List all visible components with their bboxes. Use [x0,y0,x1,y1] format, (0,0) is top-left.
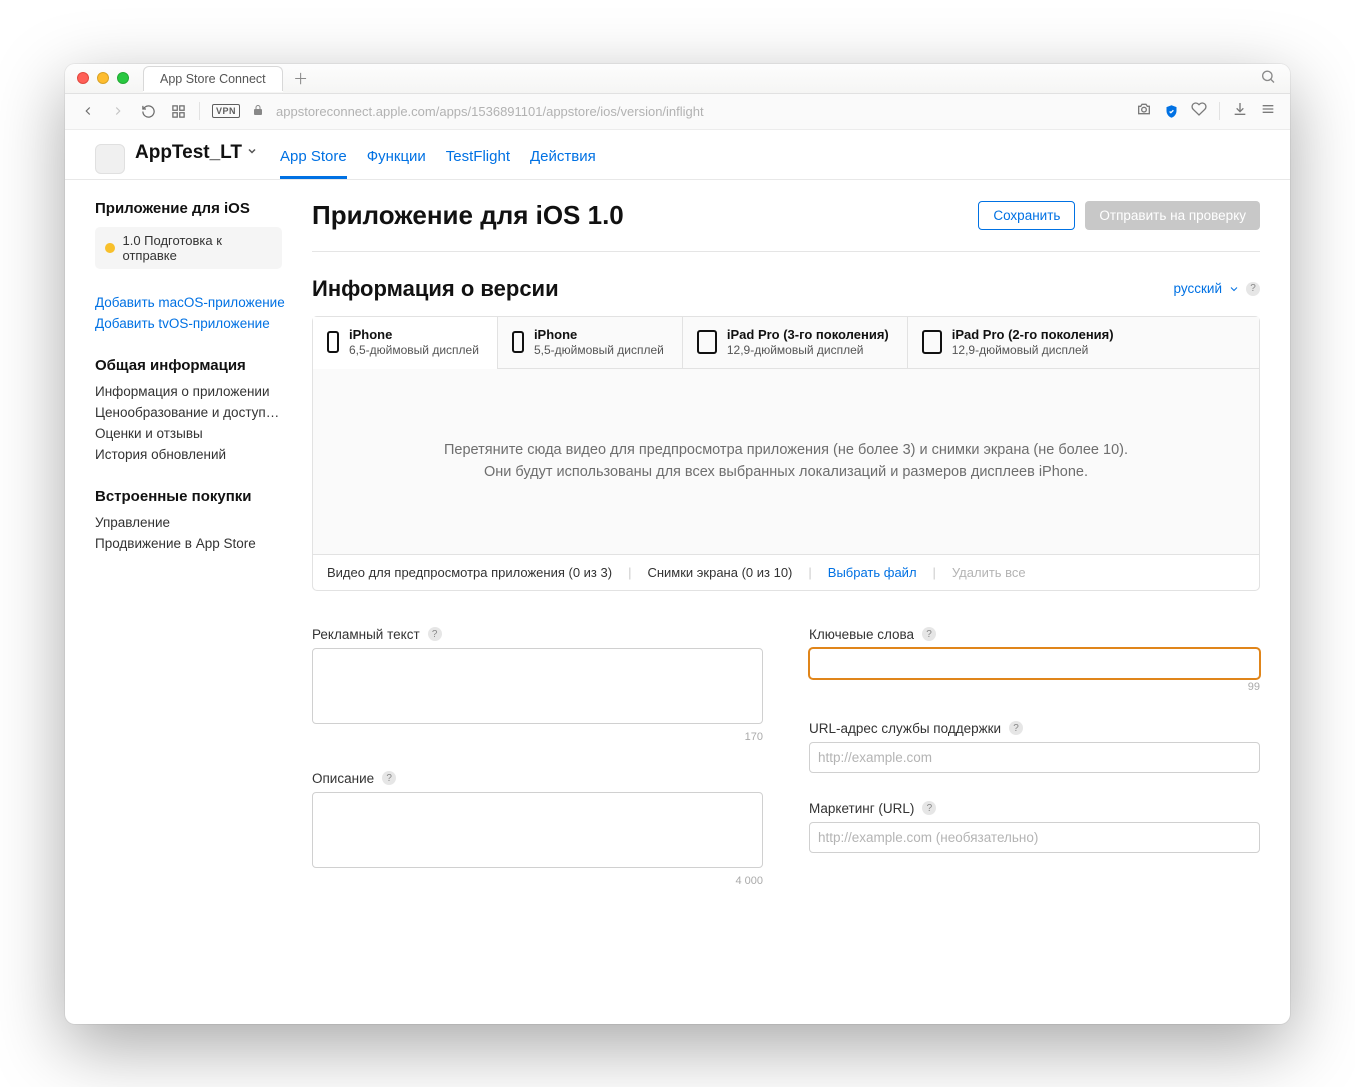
forward-button[interactable] [109,104,127,118]
sidebar-version-status[interactable]: 1.0 Подготовка к отправке [95,227,282,269]
sidebar-add-macos[interactable]: Добавить macOS-приложение [95,295,290,310]
apps-grid-icon[interactable] [169,104,187,119]
download-icon[interactable] [1232,101,1248,121]
chevron-down-icon [1228,283,1240,295]
promo-text-input[interactable] [312,648,763,724]
section-title: Информация о версии [312,276,559,302]
app-name-dropdown[interactable]: AppTest_LT [135,142,258,164]
promo-text-label: Рекламный текст [312,627,420,642]
promo-counter: 170 [312,731,763,743]
device-tab-ipad-pro-3[interactable]: iPad Pro (3-го поколения) 12,9-дюймовый … [683,317,908,368]
help-icon[interactable]: ? [1009,721,1023,735]
main-content: Приложение для iOS 1.0 Сохранить Отправи… [290,180,1290,1024]
help-icon[interactable]: ? [922,627,936,641]
tab-actions[interactable]: Действия [530,142,596,179]
sidebar: Приложение для iOS 1.0 Подготовка к отпр… [65,180,290,1024]
phone-icon [327,331,339,353]
search-icon[interactable] [1260,69,1276,88]
device-tab-iphone-65[interactable]: iPhone 6,5-дюймовый дисплей [313,317,498,368]
marketing-url-label: Маркетинг (URL) [809,801,914,816]
screenshot-device-box: iPhone 6,5-дюймовый дисплей iPhone 5,5-д… [312,316,1260,591]
tab-app-store[interactable]: App Store [280,142,347,179]
ipad-icon [922,330,942,354]
preview-counter: Видео для предпросмотра приложения (0 из… [327,565,612,580]
page-title: Приложение для iOS 1.0 [312,200,624,231]
app-icon-placeholder [95,144,125,174]
sidebar-general-heading: Общая информация [95,357,290,374]
ipad-icon [697,330,717,354]
window-titlebar: App Store Connect ＋ [65,64,1290,94]
device-tab-iphone-55[interactable]: iPhone 5,5-дюймовый дисплей [498,317,683,368]
nav-tabs: App Store Функции TestFlight Действия [280,142,596,179]
browser-toolbar: VPN appstoreconnect.apple.com/apps/15368… [65,94,1290,130]
divider [312,251,1260,252]
submit-for-review-button[interactable]: Отправить на проверку [1085,201,1260,230]
app-header: AppTest_LT App Store Функции TestFlight … [65,130,1290,180]
description-label: Описание [312,771,374,786]
browser-window: App Store Connect ＋ VPN appstoreconnect.… [65,64,1290,1024]
vpn-badge: VPN [212,104,240,118]
back-button[interactable] [79,104,97,118]
browser-tab[interactable]: App Store Connect [143,66,283,91]
new-tab-button[interactable]: ＋ [289,66,313,90]
description-counter: 4 000 [312,875,763,887]
support-url-input[interactable] [809,742,1260,773]
help-icon[interactable]: ? [428,627,442,641]
screenshot-counter: Снимки экрана (0 из 10) [647,565,792,580]
screenshot-dropzone[interactable]: Перетяните сюда видео для предпросмотра … [313,369,1259,554]
zoom-window-button[interactable] [117,72,129,84]
menu-icon[interactable] [1260,101,1276,121]
sidebar-add-tvos[interactable]: Добавить tvOS-приложение [95,316,290,331]
help-icon[interactable]: ? [1246,282,1260,296]
reload-button[interactable] [139,104,157,119]
marketing-url-input[interactable] [809,822,1260,853]
keywords-input[interactable] [809,648,1260,679]
minimize-window-button[interactable] [97,72,109,84]
keywords-counter: 99 [809,681,1260,693]
sidebar-iap-heading: Встроенные покупки [95,488,290,505]
chevron-down-icon [246,145,258,160]
phone-icon [512,331,524,353]
tab-title: App Store Connect [160,72,266,86]
sidebar-ios-heading: Приложение для iOS [95,200,290,217]
tab-testflight[interactable]: TestFlight [446,142,510,179]
sidebar-item-history[interactable]: История обновлений [95,447,290,462]
delete-all-link[interactable]: Удалить все [952,565,1026,580]
sidebar-item-pricing[interactable]: Ценообразование и доступно… [95,405,290,420]
choose-file-link[interactable]: Выбрать файл [828,565,917,580]
help-icon[interactable]: ? [922,801,936,815]
shield-check-icon[interactable] [1164,104,1179,119]
status-dot-icon [105,243,115,253]
address-bar[interactable]: appstoreconnect.apple.com/apps/153689110… [276,104,1124,119]
window-controls [77,72,129,84]
sidebar-item-iap-manage[interactable]: Управление [95,515,290,530]
device-tab-ipad-pro-2[interactable]: iPad Pro (2-го поколения) 12,9-дюймовый … [908,317,1259,368]
sidebar-item-iap-promote[interactable]: Продвижение в App Store [95,536,290,551]
sidebar-item-ratings[interactable]: Оценки и отзывы [95,426,290,441]
close-window-button[interactable] [77,72,89,84]
localization-dropdown[interactable]: русский ? [1174,281,1260,296]
camera-icon[interactable] [1136,101,1152,121]
keywords-label: Ключевые слова [809,627,914,642]
lock-icon [252,104,264,119]
help-icon[interactable]: ? [382,771,396,785]
description-input[interactable] [312,792,763,868]
tab-features[interactable]: Функции [367,142,426,179]
sidebar-item-app-info[interactable]: Информация о приложении [95,384,290,399]
heart-icon[interactable] [1191,101,1207,121]
support-url-label: URL-адрес службы поддержки [809,721,1001,736]
save-button[interactable]: Сохранить [978,201,1075,230]
